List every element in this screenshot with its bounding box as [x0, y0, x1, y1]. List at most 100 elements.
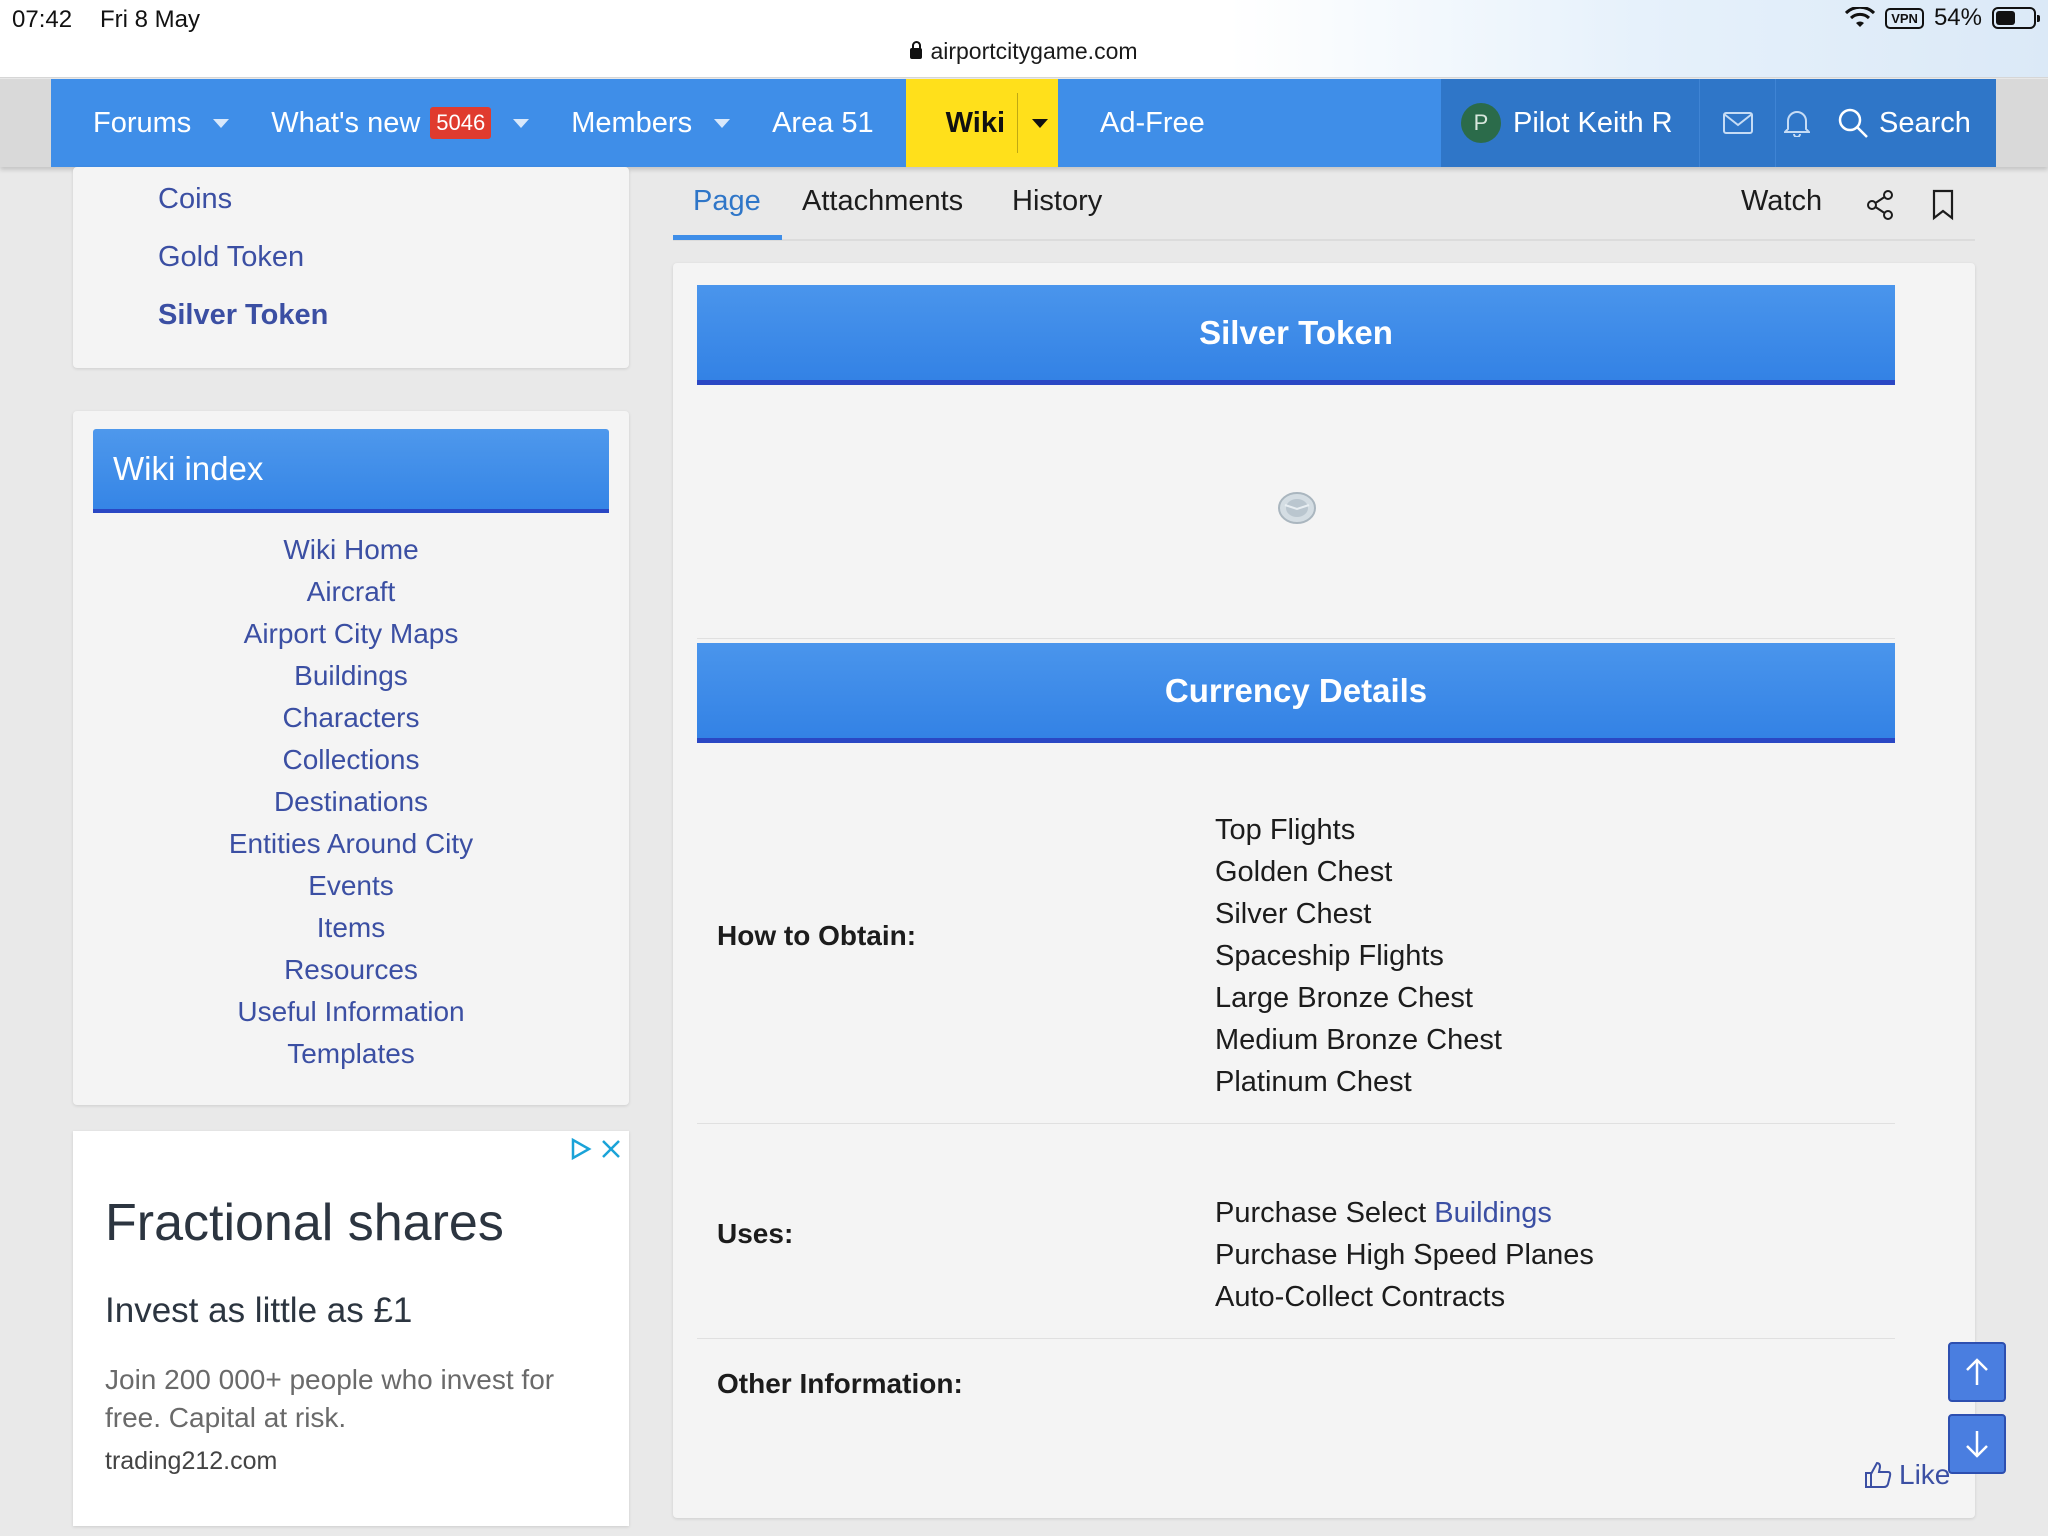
- nav-wiki[interactable]: Wiki: [905, 79, 1059, 167]
- nav-divider: [1017, 93, 1019, 153]
- tab-history[interactable]: History: [1012, 185, 1102, 218]
- like-button[interactable]: Like: [1863, 1459, 1950, 1491]
- obtain-item: Large Bronze Chest: [1215, 982, 1473, 1014]
- obtain-item: Top Flights: [1215, 814, 1356, 846]
- silver-token-image: [1278, 492, 1316, 524]
- ad-controls: [569, 1137, 623, 1161]
- wiki-link-resources[interactable]: Resources: [73, 949, 629, 991]
- uses-item: Auto-Collect Contracts: [1215, 1281, 1506, 1313]
- wiki-link-aircraft[interactable]: Aircraft: [73, 571, 629, 613]
- nav-whats-new-label: What's new: [271, 106, 421, 139]
- obtain-item: Platinum Chest: [1215, 1066, 1412, 1098]
- inbox-button[interactable]: [1699, 79, 1775, 167]
- whats-new-badge: 5046: [430, 107, 492, 139]
- ad-body: Join 200 000+ people who invest for free…: [105, 1364, 555, 1433]
- sidebar-item-gold-token[interactable]: Gold Token: [158, 241, 304, 274]
- scroll-bottom-button[interactable]: [1948, 1414, 2006, 1474]
- wiki-index-list: Wiki Home Aircraft Airport City Maps Bui…: [73, 529, 629, 1075]
- main-nav: Forums What's new 5046 Members Area 51 W…: [51, 79, 1996, 167]
- status-time: 07:42: [12, 6, 73, 33]
- lock-icon: [910, 41, 923, 59]
- wiki-index-card: Wiki index Wiki Home Aircraft Airport Ci…: [73, 411, 629, 1105]
- wiki-link-home[interactable]: Wiki Home: [73, 529, 629, 571]
- row-divider: [697, 1338, 1895, 1339]
- chevron-down-icon[interactable]: [513, 118, 530, 128]
- user-menu[interactable]: P Pilot Keith R: [1441, 79, 1699, 167]
- bell-icon: [1783, 111, 1810, 137]
- nav-whats-new[interactable]: What's new 5046: [229, 79, 530, 167]
- sidebar-related-card: Coins Gold Token Silver Token: [73, 167, 629, 368]
- status-bar: 07:42 Fri 8 May VPN 54% airportcitygame.…: [0, 0, 2048, 78]
- wiki-link-buildings[interactable]: Buildings: [73, 655, 629, 697]
- row-divider: [697, 638, 1895, 639]
- obtain-item: Medium Bronze Chest: [1215, 1024, 1502, 1056]
- uses-item: Purchase Select Buildings: [1215, 1192, 1594, 1234]
- wiki-link-events[interactable]: Events: [73, 865, 629, 907]
- article-title: Silver Token: [697, 285, 1895, 385]
- wiki-link-maps[interactable]: Airport City Maps: [73, 613, 629, 655]
- bookmark-icon[interactable]: [1931, 189, 1955, 221]
- share-icon[interactable]: [1865, 189, 1895, 221]
- wiki-article: Silver Token Currency Details How to Obt…: [673, 263, 1975, 1518]
- close-icon[interactable]: [599, 1137, 623, 1161]
- obtain-list: Top Flights Golden Chest Silver Chest Sp…: [1215, 809, 1502, 1103]
- user-name: Pilot Keith R: [1513, 106, 1673, 139]
- row-divider: [697, 1123, 1895, 1124]
- arrow-down-icon: [1966, 1431, 1988, 1458]
- obtain-item: Golden Chest: [1215, 856, 1393, 888]
- nav-members[interactable]: Members: [529, 79, 731, 167]
- wiki-link-entities[interactable]: Entities Around City: [73, 823, 629, 865]
- advertisement[interactable]: Fractional shares Invest as little as £1…: [73, 1131, 629, 1526]
- wifi-icon: [1845, 7, 1876, 27]
- uses-item: Purchase High Speed Planes: [1215, 1239, 1594, 1271]
- battery-icon: [1992, 7, 2040, 29]
- search-icon: [1838, 108, 1868, 138]
- chevron-down-icon[interactable]: [213, 118, 230, 128]
- vpn-badge: VPN: [1885, 7, 1924, 29]
- search-label: Search: [1879, 106, 1971, 139]
- other-info-label: Other Information:: [717, 1368, 963, 1399]
- nav-ad-free[interactable]: Ad-Free: [1058, 79, 1205, 167]
- envelope-icon: [1722, 112, 1753, 134]
- status-indicators: VPN 54%: [1845, 4, 2040, 32]
- avatar: P: [1461, 103, 1501, 143]
- wiki-link-useful-info[interactable]: Useful Information: [73, 991, 629, 1033]
- wiki-link-characters[interactable]: Characters: [73, 697, 629, 739]
- alerts-button[interactable]: [1775, 79, 1817, 167]
- uses-label: Uses:: [717, 1218, 794, 1249]
- arrow-up-icon: [1966, 1358, 1988, 1385]
- thumbs-up-icon: [1865, 1461, 1892, 1488]
- scroll-top-button[interactable]: [1948, 1342, 2006, 1402]
- active-tab-indicator: [673, 235, 782, 240]
- ad-subtitle: Invest as little as £1: [105, 1291, 413, 1330]
- sidebar-item-silver-token[interactable]: Silver Token: [158, 299, 328, 332]
- nav-forums[interactable]: Forums: [51, 79, 230, 167]
- wiki-link-items[interactable]: Items: [73, 907, 629, 949]
- wiki-link-destinations[interactable]: Destinations: [73, 781, 629, 823]
- sidebar-item-coins[interactable]: Coins: [158, 183, 232, 216]
- like-label: Like: [1899, 1459, 1951, 1490]
- tab-attachments[interactable]: Attachments: [802, 185, 963, 218]
- search-button[interactable]: Search: [1817, 79, 1996, 167]
- page-tabs: Page Attachments History Watch: [673, 175, 1975, 241]
- uses-list: Purchase Select Buildings Purchase High …: [1215, 1192, 1594, 1318]
- buildings-link[interactable]: Buildings: [1434, 1197, 1552, 1229]
- nav-members-label: Members: [571, 106, 693, 139]
- wiki-link-collections[interactable]: Collections: [73, 739, 629, 781]
- url-text: airportcitygame.com: [930, 38, 1138, 64]
- ad-url[interactable]: trading212.com: [105, 1447, 277, 1476]
- adchoices-icon[interactable]: [569, 1137, 593, 1161]
- nav-area51-label: Area 51: [772, 106, 874, 139]
- wiki-link-templates[interactable]: Templates: [73, 1033, 629, 1075]
- nav-area51[interactable]: Area 51: [730, 79, 874, 167]
- url-bar[interactable]: airportcitygame.com: [0, 38, 2048, 65]
- chevron-down-icon[interactable]: [714, 118, 731, 128]
- tab-page[interactable]: Page: [693, 185, 761, 218]
- nav-ad-free-label: Ad-Free: [1100, 106, 1205, 139]
- obtain-label: How to Obtain:: [717, 920, 917, 951]
- battery-percent: 54%: [1933, 4, 1982, 31]
- wiki-index-title: Wiki index: [93, 429, 609, 513]
- watch-button[interactable]: Watch: [1741, 185, 1822, 218]
- nav-wiki-label: Wiki: [945, 106, 1006, 139]
- chevron-down-icon[interactable]: [1032, 118, 1049, 128]
